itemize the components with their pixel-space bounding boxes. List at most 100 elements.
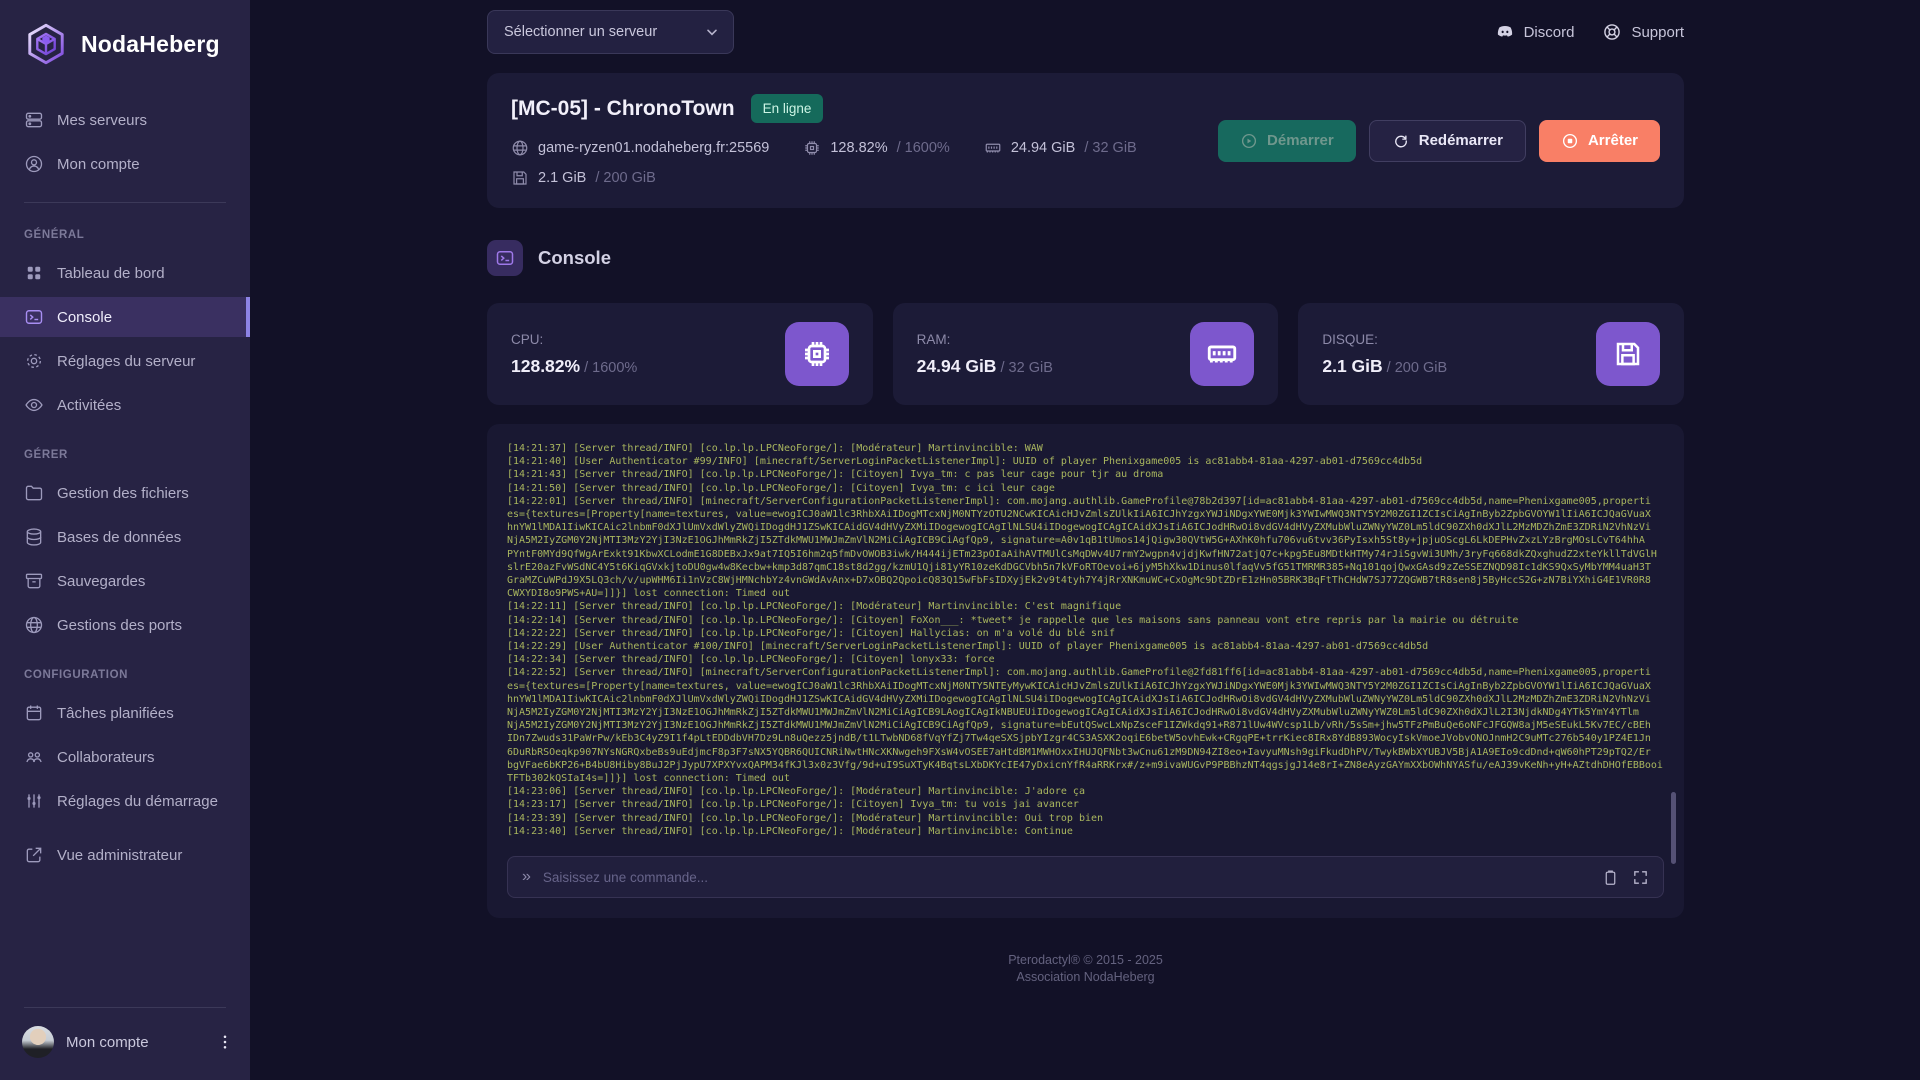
kebab-menu-icon[interactable] <box>216 1033 234 1051</box>
sidebar-item-label: Activitées <box>57 397 121 414</box>
users-icon <box>24 747 44 767</box>
sidebar-item-collaborateurs[interactable]: Collaborateurs <box>0 737 250 777</box>
sidebar-item-reglages-demarrage[interactable]: Réglages du démarrage <box>0 781 250 821</box>
ram-value: 24.94 GiB <box>1011 140 1076 156</box>
start-button[interactable]: Démarrer <box>1218 120 1356 162</box>
sidebar-item-reglages-serveur[interactable]: Réglages du serveur <box>0 341 250 381</box>
server-select-dropdown[interactable]: Sélectionner un serveur <box>487 10 734 54</box>
support-link[interactable]: Support <box>1602 22 1684 42</box>
sidebar-item-label: Collaborateurs <box>57 749 155 766</box>
discord-label: Discord <box>1524 24 1575 41</box>
sidebar-item-sauvegardes[interactable]: Sauvegardes <box>0 561 250 601</box>
ram-stat-label: RAM: <box>917 332 1053 347</box>
sidebar-divider <box>24 1007 226 1008</box>
server-cpu-usage: 128.82% / 1600% <box>803 139 949 157</box>
sidebar-item-gestion-fichiers[interactable]: Gestion des fichiers <box>0 473 250 513</box>
stats-row: CPU: 128.82% / 1600% RAM: 24.94 GiB / 32… <box>487 303 1684 405</box>
cpu-max: / 1600% <box>897 140 950 156</box>
disk-icon <box>1596 322 1660 386</box>
ram-stat-max: / 32 GiB <box>996 360 1052 376</box>
disk-stat-value: 2.1 GiB <box>1322 356 1382 376</box>
stop-circle-icon <box>1561 132 1579 150</box>
sidebar-item-label: Console <box>57 309 112 326</box>
console-section-header: Console <box>487 240 1684 276</box>
footer: Pterodactyl® © 2015 - 2025 Association N… <box>487 952 1684 1006</box>
globe-icon <box>24 615 44 635</box>
sidebar-item-label: Réglages du démarrage <box>57 793 218 810</box>
support-label: Support <box>1631 24 1684 41</box>
sidebar-item-label: Mon compte <box>57 156 140 173</box>
sidebar-section-general: GÉNÉRAL <box>0 209 250 253</box>
sidebar-item-bases-de-donnees[interactable]: Bases de données <box>0 517 250 557</box>
sidebar-item-label: Gestion des fichiers <box>57 485 189 502</box>
sidebar: NodaHeberg Mes serveurs Mon compte GÉNÉR… <box>0 0 250 1080</box>
lifebuoy-icon <box>1602 22 1622 42</box>
command-bar: » <box>507 856 1664 898</box>
disk-max: / 200 GiB <box>595 170 655 186</box>
sidebar-item-tableau-de-bord[interactable]: Tableau de bord <box>0 253 250 293</box>
start-button-label: Démarrer <box>1267 132 1334 149</box>
cpu-icon <box>803 139 821 157</box>
brand-logo-icon <box>24 22 68 66</box>
account-icon <box>24 154 44 174</box>
cpu-icon <box>785 322 849 386</box>
ram-stat-value: 24.94 GiB <box>917 356 997 376</box>
server-info: [MC-05] - ChronoTown En ligne game-ryzen… <box>511 94 1137 187</box>
disk-stat-max: / 200 GiB <box>1383 360 1447 376</box>
disk-value: 2.1 GiB <box>538 170 586 186</box>
restart-button[interactable]: Redémarrer <box>1369 120 1526 162</box>
terminal-icon <box>487 240 523 276</box>
sidebar-item-mon-compte[interactable]: Mon compte <box>0 144 250 184</box>
cpu-stat-card: CPU: 128.82% / 1600% <box>487 303 873 405</box>
console-section-title: Console <box>538 247 611 269</box>
sidebar-item-label: Réglages du serveur <box>57 353 195 370</box>
server-address: game-ryzen01.nodaheberg.fr:25569 <box>511 139 769 157</box>
sidebar-item-mes-serveurs[interactable]: Mes serveurs <box>0 100 250 140</box>
server-disk-usage: 2.1 GiB / 200 GiB <box>511 169 656 187</box>
server-info-card: [MC-05] - ChronoTown En ligne game-ryzen… <box>487 73 1684 208</box>
server-select-label: Sélectionner un serveur <box>504 24 657 40</box>
external-link-icon <box>24 845 44 865</box>
sidebar-item-label: Sauvegardes <box>57 573 145 590</box>
sidebar-item-console[interactable]: Console <box>0 297 250 337</box>
ram-icon <box>1190 322 1254 386</box>
cpu-stat-label: CPU: <box>511 332 637 347</box>
sidebar-divider <box>24 202 226 203</box>
sidebar-item-label: Tâches planifiées <box>57 705 174 722</box>
console-log[interactable]: [14:21:37] [Server thread/INFO] [co.lp.l… <box>507 442 1664 842</box>
topbar: Sélectionner un serveur Discord Support <box>487 0 1684 54</box>
servers-icon <box>24 110 44 130</box>
chevron-down-icon <box>704 24 720 40</box>
sidebar-section-gerer: GÉRER <box>0 429 250 473</box>
clipboard-icon[interactable] <box>1602 869 1619 886</box>
cpu-value: 128.82% <box>830 140 887 156</box>
stop-button-label: Arrêter <box>1588 132 1638 149</box>
stop-button[interactable]: Arrêter <box>1539 120 1660 162</box>
eye-icon <box>24 395 44 415</box>
sidebar-item-label: Mes serveurs <box>57 112 147 129</box>
command-input[interactable] <box>543 870 1590 885</box>
discord-link[interactable]: Discord <box>1495 22 1575 42</box>
sidebar-item-label: Gestions des ports <box>57 617 182 634</box>
console-scrollbar[interactable] <box>1671 792 1676 864</box>
brand-name: NodaHeberg <box>81 31 220 58</box>
cpu-stat-value: 128.82% <box>511 356 580 376</box>
sidebar-account-section: Mon compte <box>0 1007 250 1080</box>
account-row[interactable]: Mon compte <box>0 1016 250 1080</box>
terminal-icon <box>24 307 44 327</box>
sidebar-item-vue-administrateur[interactable]: Vue administrateur <box>0 835 250 875</box>
sidebar-nav: Mes serveurs Mon compte GÉNÉRAL Tableau … <box>0 100 250 879</box>
server-address-text: game-ryzen01.nodaheberg.fr:25569 <box>538 140 769 156</box>
sidebar-item-activites[interactable]: Activitées <box>0 385 250 425</box>
ram-icon <box>984 139 1002 157</box>
sidebar-item-gestions-ports[interactable]: Gestions des ports <box>0 605 250 645</box>
ram-stat-card: RAM: 24.94 GiB / 32 GiB <box>893 303 1279 405</box>
ram-max: / 32 GiB <box>1084 140 1136 156</box>
footer-line1: Pterodactyl® © 2015 - 2025 <box>487 952 1684 969</box>
folder-icon <box>24 483 44 503</box>
sidebar-item-taches-planifiees[interactable]: Tâches planifiées <box>0 693 250 733</box>
gear-icon <box>24 351 44 371</box>
account-label: Mon compte <box>66 1034 204 1051</box>
fullscreen-icon[interactable] <box>1632 869 1649 886</box>
server-ram-usage: 24.94 GiB / 32 GiB <box>984 139 1137 157</box>
